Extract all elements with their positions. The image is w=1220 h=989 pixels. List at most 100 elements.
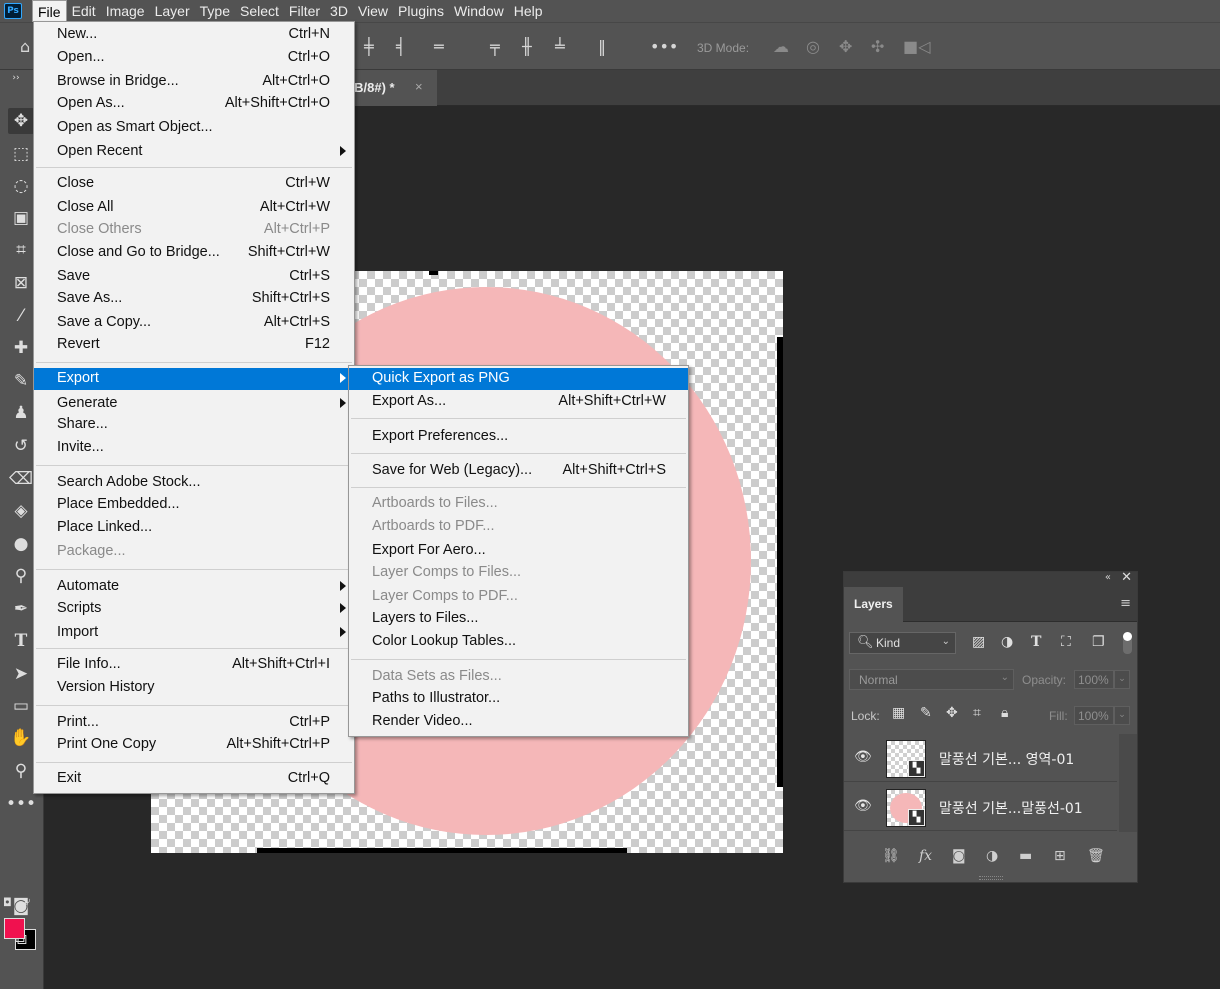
layer-list-scrollbar[interactable]	[1119, 734, 1137, 832]
menu-item-import[interactable]: Import	[34, 622, 354, 644]
layer-style-fx-icon[interactable]: fx	[919, 848, 932, 864]
pen-tool-icon[interactable]: ✒	[8, 596, 34, 622]
filter-type-icon[interactable]: T	[1031, 634, 1041, 650]
quick-mask-icon[interactable]: ◙	[8, 893, 34, 919]
filter-toggle-switch[interactable]	[1123, 632, 1132, 654]
menu-window[interactable]: Window	[449, 0, 509, 22]
layer-row[interactable]: 👁︎ ▚ 말풍선 기본... 영역-01	[844, 734, 1117, 782]
panel-resize-grip[interactable]	[979, 876, 1003, 880]
tab-layers[interactable]: Layers	[844, 587, 903, 622]
collapse-panel-icon[interactable]: «	[1105, 572, 1111, 583]
menu-3d[interactable]: 3D	[325, 0, 353, 22]
add-mask-icon[interactable]: ◙	[952, 848, 966, 864]
menu-type[interactable]: Type	[195, 0, 235, 22]
align-horizontal-center-icon[interactable]: ╪	[364, 38, 374, 56]
menu-item-open[interactable]: Open... Ctrl+O	[34, 47, 354, 69]
type-tool-icon[interactable]: T	[8, 628, 34, 654]
menu-item-automate[interactable]: Automate	[34, 576, 354, 598]
menu-item-exit[interactable]: Exit Ctrl+Q	[34, 768, 354, 790]
menu-item-open-recent[interactable]: Open Recent	[34, 141, 354, 163]
distribute-horizontal-icon[interactable]: ═	[434, 38, 444, 56]
menu-item-save-for-web[interactable]: Save for Web (Legacy)... Alt+Shift+Ctrl+S	[349, 460, 688, 482]
lock-all-icon[interactable]: 🔒︎	[1001, 705, 1008, 721]
frame-tool-icon[interactable]: ⊠	[8, 270, 34, 296]
new-layer-icon[interactable]: ⊞	[1054, 848, 1066, 864]
stamp-tool-icon[interactable]: ♟	[8, 400, 34, 426]
layer-row[interactable]: 👁︎ ▚ 말풍선 기본...말풍선-01	[844, 783, 1117, 831]
layer-name[interactable]: 말풍선 기본...말풍선-01	[939, 798, 1083, 818]
lock-transparent-pixels-icon[interactable]: ▦	[892, 705, 905, 721]
eyedropper-tool-icon[interactable]: ⁄	[8, 303, 34, 329]
healing-brush-tool-icon[interactable]: ✚	[8, 335, 34, 361]
roll-3d-icon[interactable]: ◎	[806, 38, 820, 56]
orbit-3d-icon[interactable]: ☁	[773, 38, 789, 56]
path-selection-tool-icon[interactable]: ➤	[8, 661, 34, 687]
hand-tool-icon[interactable]: ✋	[8, 725, 34, 751]
visibility-eye-icon[interactable]: 👁︎	[854, 749, 872, 765]
expand-toolbar-icon[interactable]: ››	[3, 72, 29, 84]
panel-menu-icon[interactable]: ≡	[1120, 596, 1131, 611]
align-vertical-center-icon[interactable]: ╫	[522, 38, 532, 56]
new-group-folder-icon[interactable]: ▬	[1019, 848, 1032, 864]
object-selection-tool-icon[interactable]: ▣	[8, 205, 34, 231]
menu-item-export-for-aero[interactable]: Export For Aero...	[349, 540, 688, 562]
marquee-tool-icon[interactable]: ⬚	[8, 141, 34, 167]
menu-item-save-as[interactable]: Save As... Shift+Ctrl+S	[34, 288, 354, 310]
menu-item-version-history[interactable]: Version History	[34, 677, 354, 699]
align-top-icon[interactable]: ╤	[490, 38, 500, 56]
menu-item-close-all[interactable]: Close All Alt+Ctrl+W	[34, 197, 354, 219]
menu-file[interactable]: File	[32, 0, 67, 22]
menu-item-share[interactable]: Share...	[34, 414, 354, 436]
menu-item-browse-in-bridge[interactable]: Browse in Bridge... Alt+Ctrl+O	[34, 71, 354, 93]
menu-filter[interactable]: Filter	[284, 0, 325, 22]
filter-kind-select[interactable]: 🔍︎ Kind ⌄	[849, 632, 956, 654]
layer-name[interactable]: 말풍선 기본... 영역-01	[939, 749, 1074, 769]
rectangle-tool-icon[interactable]: ▭	[8, 693, 34, 719]
lock-position-icon[interactable]: ✥	[946, 705, 958, 721]
menu-view[interactable]: View	[353, 0, 393, 22]
crop-tool-icon[interactable]: ⌗	[8, 237, 34, 263]
home-icon[interactable]: ⌂	[20, 38, 30, 56]
foreground-color-swatch[interactable]	[4, 918, 25, 939]
filter-pixel-icon[interactable]: ▨	[972, 634, 985, 650]
menu-help[interactable]: Help	[509, 0, 548, 22]
close-panel-icon[interactable]: ✕	[1121, 570, 1132, 585]
camera-3d-icon[interactable]: ■◁	[903, 38, 930, 56]
menu-item-revert[interactable]: Revert F12	[34, 334, 354, 356]
menu-image[interactable]: Image	[101, 0, 150, 22]
paint-bucket-tool-icon[interactable]: ◈	[8, 498, 34, 524]
menu-item-search-adobe-stock[interactable]: Search Adobe Stock...	[34, 472, 354, 494]
drag-3d-icon[interactable]: ✥	[839, 38, 852, 56]
menu-item-color-lookup-tables[interactable]: Color Lookup Tables...	[349, 631, 688, 653]
menu-item-print-one-copy[interactable]: Print One Copy Alt+Shift+Ctrl+P	[34, 734, 354, 756]
move-tool-icon[interactable]: ✥	[8, 108, 34, 134]
menu-edit[interactable]: Edit	[67, 0, 101, 22]
menu-plugins[interactable]: Plugins	[393, 0, 449, 22]
history-brush-tool-icon[interactable]: ↺	[8, 433, 34, 459]
menu-item-export[interactable]: Export	[34, 368, 354, 390]
delete-layer-icon[interactable]: 🗑︎	[1087, 848, 1105, 864]
menu-item-export-preferences[interactable]: Export Preferences...	[349, 426, 688, 448]
menu-item-export-as[interactable]: Export As... Alt+Shift+Ctrl+W	[349, 391, 688, 413]
menu-item-save-a-copy[interactable]: Save a Copy... Alt+Ctrl+S	[34, 312, 354, 334]
menu-item-new[interactable]: New... Ctrl+N	[34, 24, 354, 46]
menu-select[interactable]: Select	[235, 0, 284, 22]
align-bottom-icon[interactable]: ╧	[555, 38, 565, 56]
menu-item-file-info[interactable]: File Info... Alt+Shift+Ctrl+I	[34, 654, 354, 676]
adjustment-layer-icon[interactable]: ◑	[986, 848, 998, 864]
menu-item-place-embedded[interactable]: Place Embedded...	[34, 494, 354, 516]
menu-item-open-as-smart-object[interactable]: Open as Smart Object...	[34, 117, 354, 139]
panel-title-bar[interactable]: « ✕	[844, 570, 1137, 587]
link-layers-icon[interactable]: ⛓	[882, 848, 900, 864]
lock-image-pixels-icon[interactable]: ✎	[920, 705, 932, 721]
menu-item-invite[interactable]: Invite...	[34, 437, 354, 459]
edit-toolbar-icon[interactable]: •••	[6, 791, 36, 817]
close-tab-icon[interactable]: ×	[415, 79, 423, 94]
zoom-tool-icon[interactable]: ⚲	[8, 758, 34, 784]
align-right-icon[interactable]: ╡	[396, 38, 406, 56]
menu-item-generate[interactable]: Generate	[34, 393, 354, 415]
menu-item-print[interactable]: Print... Ctrl+P	[34, 712, 354, 734]
eraser-tool-icon[interactable]: ⌫	[8, 466, 34, 492]
lasso-tool-icon[interactable]: ◌	[8, 173, 34, 199]
menu-layer[interactable]: Layer	[150, 0, 195, 22]
